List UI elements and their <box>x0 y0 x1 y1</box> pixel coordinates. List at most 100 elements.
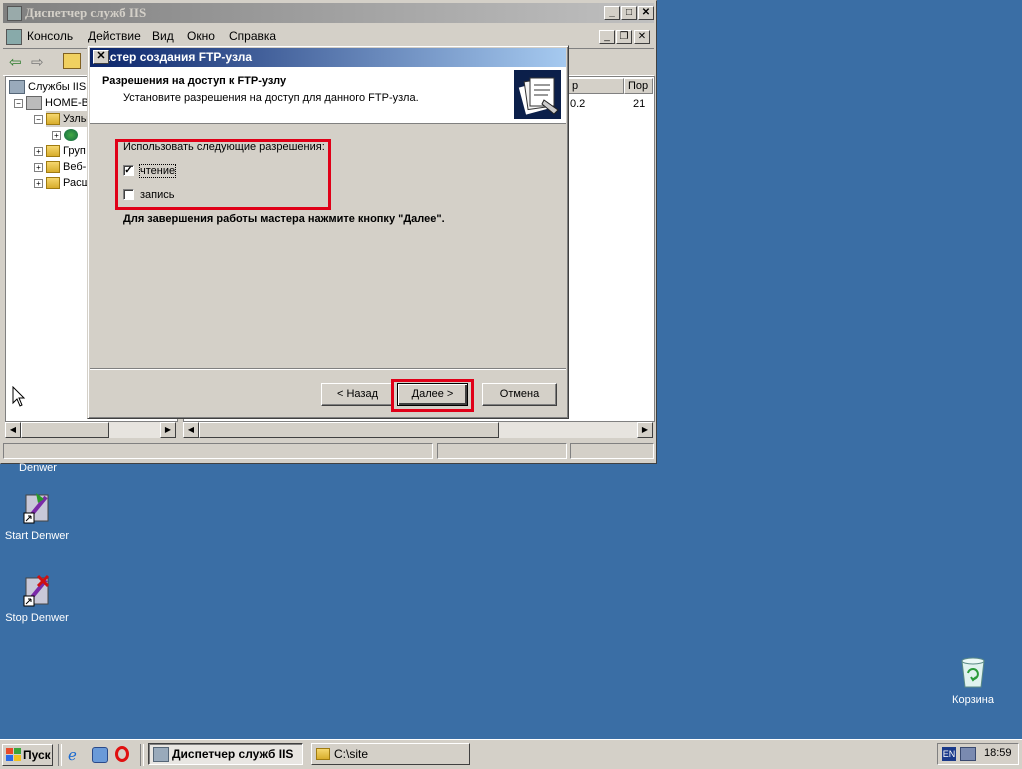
mdi-restore-button[interactable]: ❐ <box>616 30 632 44</box>
tree-item-label: Узлы <box>63 113 89 125</box>
ftp-permissions-art-icon <box>514 70 561 119</box>
scroll-thumb[interactable] <box>21 422 109 438</box>
iis-task-icon <box>153 747 169 762</box>
taskbar-item-iis[interactable]: Диспетчер служб IIS <box>148 743 303 765</box>
menu-action[interactable]: Действие <box>88 29 141 43</box>
start-button[interactable]: Пуск <box>2 744 53 766</box>
expand-icon[interactable]: + <box>52 131 61 140</box>
back-button[interactable]: < Назад <box>321 383 394 406</box>
menu-help[interactable]: Справка <box>229 29 276 43</box>
taskbar-item-explorer[interactable]: C:\site <box>311 743 470 765</box>
taskbar-item-label: C:\site <box>334 747 369 761</box>
read-checkbox[interactable]: ✓ <box>123 165 134 176</box>
write-checkbox[interactable] <box>123 189 134 200</box>
back-arrow-icon[interactable]: ⇦ <box>9 53 22 71</box>
tree-item-iis[interactable]: Службы IIS <box>9 79 86 95</box>
wizard-title: Мастер создания FTP-узла <box>93 50 253 64</box>
column-header-ip[interactable]: р <box>568 78 624 94</box>
scroll-thumb[interactable] <box>199 422 499 438</box>
mdi-minimize-button[interactable]: _ <box>599 30 615 44</box>
cell-ip: 0.2 <box>570 98 586 110</box>
tree-item-ftp-site[interactable] <box>64 127 81 143</box>
scroll-right-icon[interactable]: ▶ <box>637 422 653 438</box>
iis-window-title: Диспетчер служб IIS <box>25 5 147 20</box>
taskbar-item-label: Диспетчер служб IIS <box>172 747 294 761</box>
taskbar-divider <box>58 744 62 766</box>
tree-item-label: Груп <box>63 145 86 157</box>
tree-item-web-sites[interactable]: Веб- <box>46 159 86 175</box>
computer-icon <box>26 96 42 111</box>
menu-console[interactable]: Консоль <box>27 29 73 43</box>
console-app-icon[interactable] <box>6 29 22 45</box>
tree-item-extensions[interactable]: Расш <box>46 175 90 191</box>
taskbar-divider <box>140 744 144 766</box>
permissions-group-label: Использовать следующие разрешения: <box>123 141 325 153</box>
opera-icon[interactable] <box>115 746 129 762</box>
collapse-icon[interactable]: − <box>34 115 43 124</box>
tree-item-label: Веб- <box>63 161 87 173</box>
menu-window[interactable]: Окно <box>187 29 215 43</box>
folder-icon <box>46 113 60 126</box>
tree-item-label: HOME-B <box>45 97 89 109</box>
system-tray: EN 18:59 <box>937 743 1019 765</box>
expand-icon[interactable]: + <box>34 179 43 188</box>
desktop-icon-stop-denwer-label[interactable]: Stop Denwer <box>0 612 77 624</box>
outlook-express-icon[interactable] <box>92 747 108 763</box>
write-checkbox-label[interactable]: запись <box>140 189 175 201</box>
up-folder-icon[interactable] <box>63 53 81 69</box>
iis-app-icon <box>7 6 22 21</box>
menubar: Консоль Действие Вид Окно Справка <box>3 26 654 46</box>
globe-icon <box>64 129 78 142</box>
taskbar: Пуск ℯ Диспетчер служб IIS C:\site EN 18… <box>0 739 1022 769</box>
windows-logo-icon <box>6 748 21 761</box>
desktop-icon-recycle-bin-label[interactable]: Корзина <box>933 694 1013 706</box>
clock[interactable]: 18:59 <box>984 747 1012 759</box>
mdi-close-button[interactable]: ✕ <box>634 30 650 44</box>
wizard-separator <box>90 368 566 370</box>
tree-hscrollbar[interactable]: ◀ ▶ <box>5 422 176 438</box>
folder-icon <box>46 161 60 174</box>
network-icon[interactable] <box>960 747 976 761</box>
status-panel <box>3 443 433 459</box>
finish-hint: Для завершения работы мастера нажмите кн… <box>123 213 445 225</box>
ie-icon[interactable]: ℯ <box>68 746 77 764</box>
tree-item-app-pools[interactable]: Груп <box>46 143 86 159</box>
tree-item-computer[interactable]: HOME-B <box>26 95 89 111</box>
maximize-button[interactable]: □ <box>621 6 637 20</box>
collapse-icon[interactable]: − <box>14 99 23 108</box>
wizard-titlebar[interactable]: Мастер создания FTP-узла ✕ <box>90 48 566 67</box>
expand-icon[interactable]: + <box>34 147 43 156</box>
cancel-button[interactable]: Отмена <box>482 383 557 406</box>
forward-arrow-icon[interactable]: ⇨ <box>31 53 44 71</box>
column-header-port[interactable]: Пор <box>624 78 653 94</box>
scroll-left-icon[interactable]: ◀ <box>5 422 21 438</box>
tree-item-ftp-sites[interactable]: Узлы <box>46 111 93 127</box>
menu-view[interactable]: Вид <box>152 29 174 43</box>
wizard-header: Разрешения на доступ к FTP-узлу Установи… <box>90 67 566 124</box>
read-checkbox-label[interactable]: чтение <box>138 164 177 178</box>
recycle-bin-icon[interactable] <box>957 655 989 689</box>
status-panel <box>570 443 654 459</box>
desktop-icon-denwer-label[interactable]: Denwer <box>0 462 78 474</box>
language-indicator[interactable]: EN <box>942 747 956 761</box>
ftp-wizard-dialog: Мастер создания FTP-узла ✕ Разрешения на… <box>87 45 569 419</box>
stop-denwer-icon[interactable] <box>20 574 54 610</box>
wizard-close-button[interactable]: ✕ <box>93 50 109 64</box>
expand-icon[interactable]: + <box>34 163 43 172</box>
wizard-header-subtitle: Установите разрешения на доступ для данн… <box>123 92 419 104</box>
folder-icon <box>46 177 60 190</box>
iis-window-titlebar[interactable]: Диспетчер служб IIS _ □ ✕ <box>3 3 654 23</box>
list-hscrollbar[interactable]: ◀ ▶ <box>183 422 653 438</box>
desktop-icon-start-denwer-label[interactable]: Start Denwer <box>0 530 77 542</box>
cell-port: 21 <box>633 98 646 110</box>
start-denwer-icon[interactable] <box>20 491 54 527</box>
iis-services-icon <box>9 80 25 95</box>
close-button[interactable]: ✕ <box>638 6 654 20</box>
next-button[interactable]: Далее > <box>397 383 468 406</box>
tree-item-label: Службы IIS <box>28 81 87 93</box>
folder-icon <box>46 145 60 158</box>
scroll-left-icon[interactable]: ◀ <box>183 422 199 438</box>
minimize-button[interactable]: _ <box>604 6 620 20</box>
start-label: Пуск <box>23 748 51 762</box>
scroll-right-icon[interactable]: ▶ <box>160 422 176 438</box>
